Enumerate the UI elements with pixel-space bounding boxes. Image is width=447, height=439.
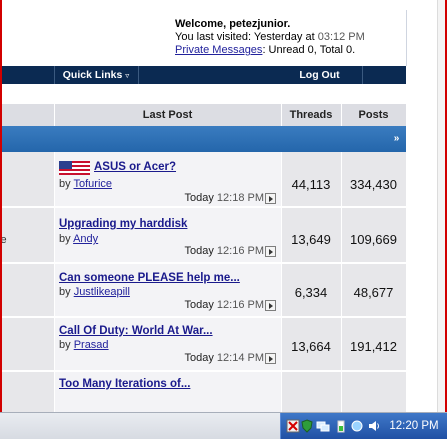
by-label: by bbox=[59, 178, 71, 190]
column-threads: Threads bbox=[289, 109, 333, 121]
last-visited-line: You last visited: Yesterday at 03:12 PM bbox=[175, 31, 415, 44]
last-post-day: Today bbox=[184, 352, 214, 364]
go-to-last-post-icon[interactable] bbox=[265, 300, 276, 311]
last-post-time: Today 12:16 PM bbox=[168, 245, 264, 257]
row-separator bbox=[2, 370, 406, 372]
posts-count: 48,677 bbox=[353, 285, 394, 300]
last-post-title[interactable]: ASUS or Acer? bbox=[94, 161, 176, 173]
category-header-band bbox=[2, 126, 406, 152]
column-divider bbox=[54, 152, 55, 412]
network-status-icon[interactable] bbox=[350, 419, 364, 433]
system-clock[interactable]: 12:20 PM bbox=[384, 413, 444, 439]
last-post-day: Today bbox=[184, 299, 214, 311]
us-flag-icon bbox=[59, 161, 90, 175]
forum-name-clipped: le bbox=[2, 234, 7, 246]
navbar-divider bbox=[138, 66, 139, 84]
last-post-time: Today 12:14 PM bbox=[168, 352, 264, 364]
quick-links-menu[interactable]: Quick Links ▿ bbox=[54, 66, 138, 84]
row-separator bbox=[2, 206, 406, 208]
last-visited-label: You last visited: Yesterday at bbox=[175, 31, 315, 43]
taskbar: 12:20 PM bbox=[0, 412, 447, 439]
threads-count: 6,334 bbox=[294, 285, 328, 300]
collapse-icon[interactable]: » bbox=[390, 132, 403, 145]
last-post-byline: by Prasad bbox=[59, 339, 109, 351]
row-separator bbox=[2, 262, 406, 264]
threads-count: 44,113 bbox=[291, 177, 331, 192]
forum-table-header: Last Post Threads Posts bbox=[2, 104, 406, 126]
forum-page: Welcome, petezjunior. You last visited: … bbox=[2, 0, 437, 412]
by-label: by bbox=[59, 339, 71, 351]
last-post-clock: 12:14 PM bbox=[216, 352, 264, 364]
volume-icon[interactable] bbox=[367, 419, 381, 433]
threads-count: 13,649 bbox=[291, 232, 331, 247]
last-post-author[interactable]: Justlikeapill bbox=[74, 286, 130, 298]
last-post-time: Today 12:18 PM bbox=[168, 192, 264, 204]
navbar-divider bbox=[362, 66, 363, 84]
by-label: by bbox=[59, 233, 71, 245]
by-label: by bbox=[59, 286, 71, 298]
chevron-down-icon: ▿ bbox=[125, 71, 130, 80]
last-post-clock: 12:16 PM bbox=[216, 245, 264, 257]
posts-count: 191,412 bbox=[350, 339, 397, 354]
last-post-title[interactable]: Can someone PLEASE help me... bbox=[59, 272, 240, 284]
battery-icon[interactable] bbox=[334, 419, 348, 433]
last-post-title[interactable]: Too Many Iterations of... bbox=[59, 378, 190, 390]
navbar: Quick Links ▿ Log Out bbox=[2, 66, 406, 84]
last-post-title[interactable]: Upgrading my harddisk bbox=[59, 218, 187, 230]
column-posts: Posts bbox=[358, 109, 389, 121]
last-visited-time: 03:12 PM bbox=[317, 31, 365, 43]
shield-icon[interactable] bbox=[300, 419, 314, 433]
go-to-last-post-icon[interactable] bbox=[265, 246, 276, 257]
private-messages-link[interactable]: Private Messages bbox=[175, 44, 262, 56]
row-separator bbox=[2, 316, 406, 318]
last-post-byline: by Andy bbox=[59, 233, 98, 245]
last-post-title[interactable]: Call Of Duty: World At War... bbox=[59, 325, 213, 337]
network-icon[interactable] bbox=[316, 419, 330, 433]
private-messages-status: : Unread 0, Total 0. bbox=[262, 44, 356, 56]
private-messages-line: Private Messages: Unread 0, Total 0. bbox=[175, 44, 415, 57]
last-post-day: Today bbox=[184, 245, 214, 257]
quick-links-label: Quick Links bbox=[62, 69, 123, 81]
last-post-byline: by Tofurice bbox=[59, 178, 112, 190]
welcome-greeting: Welcome, petezjunior. bbox=[175, 18, 291, 30]
last-post-author[interactable]: Tofurice bbox=[73, 178, 112, 190]
posts-count: 109,669 bbox=[350, 232, 397, 247]
last-post-byline: by Justlikeapill bbox=[59, 286, 130, 298]
last-post-day: Today bbox=[184, 192, 214, 204]
column-last-post: Last Post bbox=[142, 109, 193, 121]
last-post-clock: 12:16 PM bbox=[216, 299, 264, 311]
logout-link[interactable]: Log Out bbox=[277, 66, 362, 84]
security-alert-icon[interactable] bbox=[286, 419, 300, 433]
last-post-clock: 12:18 PM bbox=[216, 192, 264, 204]
posts-count: 334,430 bbox=[350, 177, 397, 192]
go-to-last-post-icon[interactable] bbox=[265, 353, 276, 364]
go-to-last-post-icon[interactable] bbox=[265, 193, 276, 204]
welcome-panel: Welcome, petezjunior. You last visited: … bbox=[175, 18, 415, 57]
vertical-scrollbar[interactable] bbox=[437, 0, 445, 412]
last-post-time: Today 12:16 PM bbox=[168, 299, 264, 311]
last-post-author[interactable]: Prasad bbox=[74, 339, 109, 351]
threads-count: 13,664 bbox=[291, 339, 331, 354]
last-post-author[interactable]: Andy bbox=[73, 233, 98, 245]
